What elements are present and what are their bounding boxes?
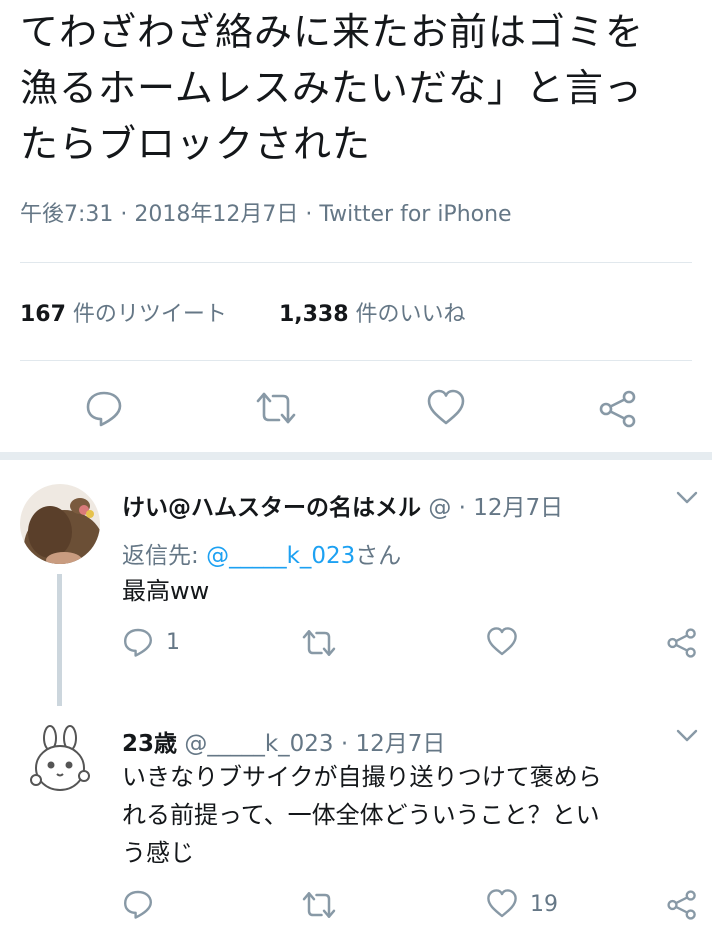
chevron-down-icon <box>676 491 698 504</box>
like-button[interactable] <box>486 626 530 658</box>
share-button[interactable] <box>598 390 638 428</box>
like-stat[interactable]: 1,338 件のいいね <box>279 302 466 327</box>
timestamp[interactable]: · 12月7日 <box>341 731 446 757</box>
retweet-count: 167 <box>20 302 66 327</box>
like-count: 19 <box>530 891 558 917</box>
tweet-stats: 167 件のリツイート 1,338 件のいいね <box>20 296 466 328</box>
display-name[interactable]: けい@ハムスターの名はメル <box>122 495 421 521</box>
tweet-menu-button[interactable] <box>676 728 698 747</box>
like-button[interactable] <box>426 388 466 428</box>
like-button[interactable]: 19 <box>486 888 558 920</box>
tweet-text-line: 漁るホームレスみたいだな」と言っ <box>20 66 643 110</box>
avatar[interactable] <box>20 720 100 800</box>
reply-text-line: う感じ <box>122 839 194 867</box>
heart-icon <box>487 627 517 656</box>
share-icon <box>667 890 696 920</box>
share-button[interactable] <box>666 890 698 920</box>
retweet-button[interactable] <box>300 890 338 920</box>
retweet-button[interactable] <box>300 628 338 658</box>
reply-to-prefix: 返信先: <box>122 543 207 569</box>
handle[interactable]: @ <box>428 495 451 521</box>
reply-text-line: 最高ww <box>122 577 210 605</box>
divider <box>20 360 692 361</box>
reply-to-suffix: さん <box>355 543 402 569</box>
chevron-down-icon <box>676 729 698 742</box>
tweet-text-line: たらブロックされた <box>20 122 372 166</box>
reply-text-line: いきなりブサイクが自撮り送りつけて褒めら <box>122 763 602 791</box>
reply-to: 返信先: @_____k_023さん <box>122 536 401 570</box>
tweet-meta: 午後7:31 · 2018年12月7日 · Twitter for iPhone <box>20 202 512 227</box>
section-separator <box>0 452 712 460</box>
like-label: 件のいいね <box>348 302 466 327</box>
retweet-icon <box>302 630 336 656</box>
reply-to-link[interactable]: @_____k_023 <box>206 543 355 569</box>
share-icon <box>599 390 636 428</box>
reply-count: 1 <box>166 629 180 655</box>
tweet-text: てわざわざ絡みに来たお前はゴミを 漁るホームレスみたいだな」と言っ たらブロック… <box>20 4 700 172</box>
reply-text-line: れる前提って、一体全体どういうこと？とい <box>122 801 600 829</box>
thread-line <box>57 574 62 706</box>
reply-text: いきなりブサイクが自撮り送りつけて褒めら れる前提って、一体全体どういうこと？と… <box>122 758 602 872</box>
retweet-icon <box>302 892 336 918</box>
reply-button[interactable]: 1 <box>122 626 180 658</box>
share-button[interactable] <box>666 628 698 658</box>
reply-button[interactable] <box>84 388 124 428</box>
retweet-stat[interactable]: 167 件のリツイート <box>20 302 227 327</box>
share-icon <box>667 628 696 658</box>
reply-text: 最高ww <box>122 572 209 610</box>
timestamp[interactable]: · 12月7日 <box>459 495 564 521</box>
handle[interactable]: @_____k_023 <box>184 731 333 757</box>
divider <box>20 262 692 263</box>
reply-icon <box>124 628 152 657</box>
like-count: 1,338 <box>278 302 349 327</box>
reply-button[interactable] <box>122 888 166 920</box>
display-name[interactable]: 23歳 <box>122 731 177 757</box>
reply-icon <box>86 391 122 427</box>
reply-icon <box>124 890 152 919</box>
retweet-icon <box>256 392 296 424</box>
avatar[interactable] <box>20 484 100 564</box>
heart-icon <box>427 389 465 425</box>
retweet-button[interactable] <box>254 390 298 426</box>
reply-header: けい@ハムスターの名はメル @ · 12月7日 <box>122 488 563 522</box>
heart-icon <box>487 889 517 918</box>
tweet-menu-button[interactable] <box>676 490 698 509</box>
tweet-text-line: てわざわざ絡みに来たお前はゴミを <box>20 10 645 54</box>
retweet-label: 件のリツイート <box>65 302 227 327</box>
reply-header: 23歳 @_____k_023 · 12月7日 <box>122 724 445 758</box>
